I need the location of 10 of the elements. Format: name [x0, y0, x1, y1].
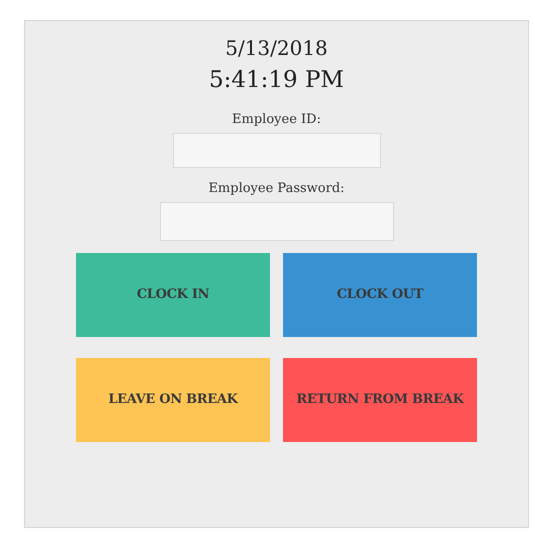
field-label: Employee Password: [208, 180, 345, 198]
action-button[interactable]: LEAVE ON BREAK [76, 358, 270, 442]
date-text: 5/13/2018 [225, 35, 328, 61]
action-button[interactable]: CLOCK OUT [283, 253, 477, 337]
input-field[interactable] [172, 133, 380, 168]
action-button[interactable]: CLOCK IN [76, 253, 270, 337]
password-field[interactable] [160, 202, 394, 241]
time-text: 5:41:19 PM [208, 66, 344, 95]
field-label: Employee ID: [232, 111, 321, 129]
action-button[interactable]: RETURN FROM BREAK [283, 358, 477, 442]
